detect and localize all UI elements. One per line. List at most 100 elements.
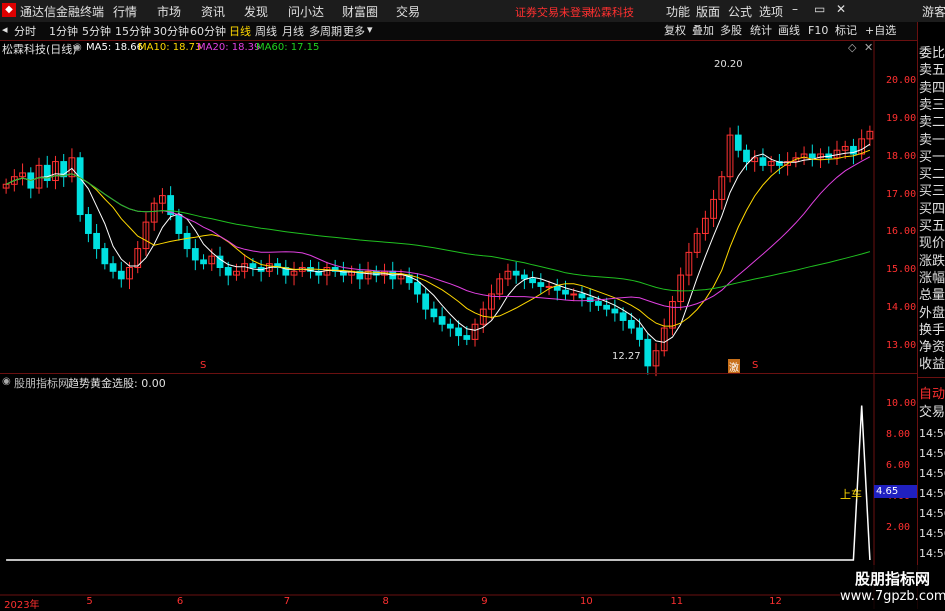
candle-body	[520, 274, 528, 280]
price-tick-label: 16.00	[886, 226, 917, 238]
huaxian-button[interactable]: 画线	[776, 23, 802, 38]
side-item[interactable]: 收益	[919, 355, 945, 374]
indicator-tick-label: 10.00	[886, 398, 917, 410]
menu-item-gongshi[interactable]: 公式	[728, 3, 752, 20]
menu-item-caifuquan[interactable]: 财富圈	[342, 3, 378, 20]
menu-item-wenxiaoda[interactable]: 问小达	[288, 3, 324, 20]
side-item[interactable]: 涨跌	[919, 252, 945, 271]
period-fenshi[interactable]: 分时	[14, 23, 36, 39]
period-month[interactable]: 月线	[282, 23, 304, 39]
period-day[interactable]: 日线	[229, 23, 251, 39]
side-item[interactable]: 换手	[919, 321, 945, 340]
side-item[interactable]: 现价	[919, 234, 945, 253]
side-item[interactable]: 买一	[919, 148, 945, 167]
menu-item-gongneng[interactable]: 功能	[666, 3, 690, 20]
candle-body	[627, 319, 635, 329]
xaxis-tick-label: 9	[481, 596, 488, 607]
menu-item-faxian[interactable]: 发现	[244, 3, 268, 20]
trade-time: 14:56	[919, 427, 945, 440]
dropdown-arrow-icon[interactable]: ◂	[2, 23, 8, 36]
side-item[interactable]: 买二	[919, 165, 945, 184]
menu-item-shichang[interactable]: 市场	[157, 3, 181, 20]
add-watchlist-button[interactable]: +自选	[863, 23, 898, 38]
candle-body	[191, 248, 199, 261]
candle-body	[611, 308, 619, 314]
price-tick-label: 19.00	[886, 112, 917, 124]
kline-chart[interactable]	[0, 40, 917, 609]
candle-body	[734, 134, 742, 151]
candle-body	[455, 327, 462, 337]
period-multi[interactable]: 多周期	[309, 23, 342, 39]
f10-button[interactable]: F10	[806, 23, 830, 38]
xaxis-tick-label: 11	[670, 596, 684, 607]
candle-body	[224, 267, 232, 276]
period-week[interactable]: 周线	[255, 23, 277, 39]
indicator-tick-label: 2.00	[886, 522, 911, 534]
candle-body	[512, 270, 520, 276]
candle-body	[463, 335, 471, 340]
candle-body	[200, 259, 207, 265]
menu-item-xuanxiang[interactable]: 选项	[759, 3, 783, 20]
period-15min[interactable]: 15分钟	[115, 23, 151, 39]
side-item[interactable]: 卖三	[919, 96, 945, 115]
low-price-label: 12.27	[612, 351, 641, 362]
period-30min[interactable]: 30分钟	[153, 23, 189, 39]
candle-body	[446, 323, 454, 329]
candle-body	[578, 293, 586, 299]
candle-body	[743, 149, 750, 163]
menu-item-jiaoyi[interactable]: 交易	[396, 3, 420, 20]
menu-item-zixun[interactable]: 资讯	[201, 3, 225, 20]
guest-label[interactable]: 游客	[922, 3, 945, 20]
side-item[interactable]: 总量	[919, 286, 945, 305]
side-item[interactable]: 卖五	[919, 61, 945, 80]
price-tick-label: 17.00	[886, 188, 917, 200]
period-more[interactable]: 更多	[343, 23, 365, 39]
side-item[interactable]: 外盘	[919, 304, 945, 323]
biaoji-button[interactable]: 标记	[833, 23, 859, 38]
price-tick-label: 15.00	[886, 264, 917, 276]
candle-body	[422, 293, 430, 310]
candle-body	[619, 312, 627, 321]
candle-body	[537, 282, 545, 287]
candle-body	[529, 278, 536, 284]
minimize-icon[interactable]: –	[792, 2, 798, 16]
indicator-tick-label: 6.00	[886, 460, 911, 472]
period-60min[interactable]: 60分钟	[190, 23, 226, 39]
side-item[interactable]: 委比	[919, 44, 945, 63]
login-status[interactable]: 证券交易未登录	[515, 4, 592, 20]
indicator-toggle-icon-2[interactable]: ◉	[2, 376, 11, 387]
side-item[interactable]: 卖一	[919, 131, 945, 150]
close-icon[interactable]: ✕	[836, 2, 846, 16]
menu-item-hangqing[interactable]: 行情	[113, 3, 137, 20]
candle-body	[603, 304, 611, 310]
trade-label[interactable]: 交易	[919, 403, 945, 422]
auto-trade-label[interactable]: 自动	[919, 385, 945, 404]
watermark-logo: 股朋指标网 www.7gpzb.com	[840, 565, 945, 609]
menu-bar	[0, 0, 945, 23]
xaxis-tick-label: 10	[579, 596, 593, 607]
ma-line-ma5	[5, 143, 871, 343]
price-tick-label: 13.00	[886, 339, 917, 351]
candle-body	[109, 263, 117, 272]
side-item[interactable]: 买五	[919, 217, 945, 236]
candle-body	[570, 293, 578, 296]
side-item[interactable]: 卖四	[919, 79, 945, 98]
tongji-button[interactable]: 统计	[748, 23, 774, 38]
menu-item-banmian[interactable]: 版面	[696, 3, 720, 20]
price-tick-label: 20.00	[886, 75, 917, 87]
side-item[interactable]: 涨幅	[919, 269, 945, 288]
side-item[interactable]: 买三	[919, 182, 945, 201]
more-chevron-icon[interactable]: ▾	[367, 23, 373, 36]
xaxis-tick-label: 12	[769, 596, 782, 607]
duogu-button[interactable]: 多股	[718, 23, 744, 38]
side-item[interactable]: 净资	[919, 338, 945, 357]
side-item[interactable]: 买四	[919, 200, 945, 219]
candle-body	[430, 308, 438, 318]
period-5min[interactable]: 5分钟	[82, 23, 111, 39]
shangche-label: 上车	[840, 488, 862, 501]
diejia-button[interactable]: 叠加	[690, 23, 716, 38]
period-1min[interactable]: 1分钟	[49, 23, 78, 39]
fuquan-button[interactable]: 复权	[662, 23, 688, 38]
side-item[interactable]: 卖二	[919, 113, 945, 132]
restore-icon[interactable]: ▭	[814, 2, 825, 16]
